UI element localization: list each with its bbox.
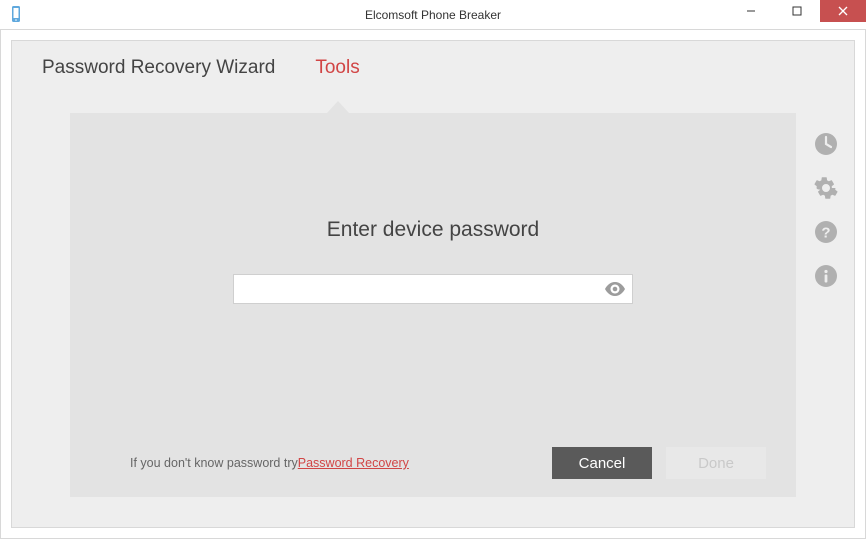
gear-icon[interactable] — [813, 175, 839, 201]
reveal-password-icon[interactable] — [603, 277, 627, 301]
cancel-button[interactable]: Cancel — [552, 447, 652, 479]
close-button[interactable] — [820, 0, 866, 22]
tab-bar: Password Recovery Wizard Tools — [12, 41, 854, 101]
bottom-row: If you don't know password tryPassword R… — [130, 447, 766, 479]
minimize-button[interactable] — [728, 0, 774, 22]
side-toolbar: ? — [813, 131, 839, 289]
window-controls — [728, 0, 866, 22]
tab-tools-label: Tools — [315, 57, 359, 78]
clock-icon[interactable] — [813, 131, 839, 157]
titlebar: Elcomsoft Phone Breaker — [0, 0, 866, 30]
inner-frame: Password Recovery Wizard Tools Enter dev… — [11, 40, 855, 528]
tab-tools[interactable]: Tools — [315, 57, 359, 101]
password-recovery-link[interactable]: Password Recovery — [298, 456, 409, 470]
maximize-button[interactable] — [774, 0, 820, 22]
hint-text: If you don't know password tryPassword R… — [130, 456, 409, 470]
app-body: Password Recovery Wizard Tools Enter dev… — [0, 30, 866, 539]
password-input-wrap — [233, 274, 633, 304]
svg-text:?: ? — [821, 225, 830, 242]
password-row — [70, 274, 796, 304]
password-prompt: Enter device password — [70, 218, 796, 242]
hint-prefix: If you don't know password try — [130, 456, 298, 470]
info-icon[interactable] — [813, 263, 839, 289]
help-icon[interactable]: ? — [813, 219, 839, 245]
app-icon — [6, 5, 26, 25]
done-button: Done — [666, 447, 766, 479]
tab-password-recovery-wizard[interactable]: Password Recovery Wizard — [42, 57, 275, 101]
password-input[interactable] — [233, 274, 633, 304]
button-row: Cancel Done — [552, 447, 766, 479]
content-panel: Enter device password If you don't know … — [70, 113, 796, 497]
tab-active-pointer — [327, 101, 349, 113]
